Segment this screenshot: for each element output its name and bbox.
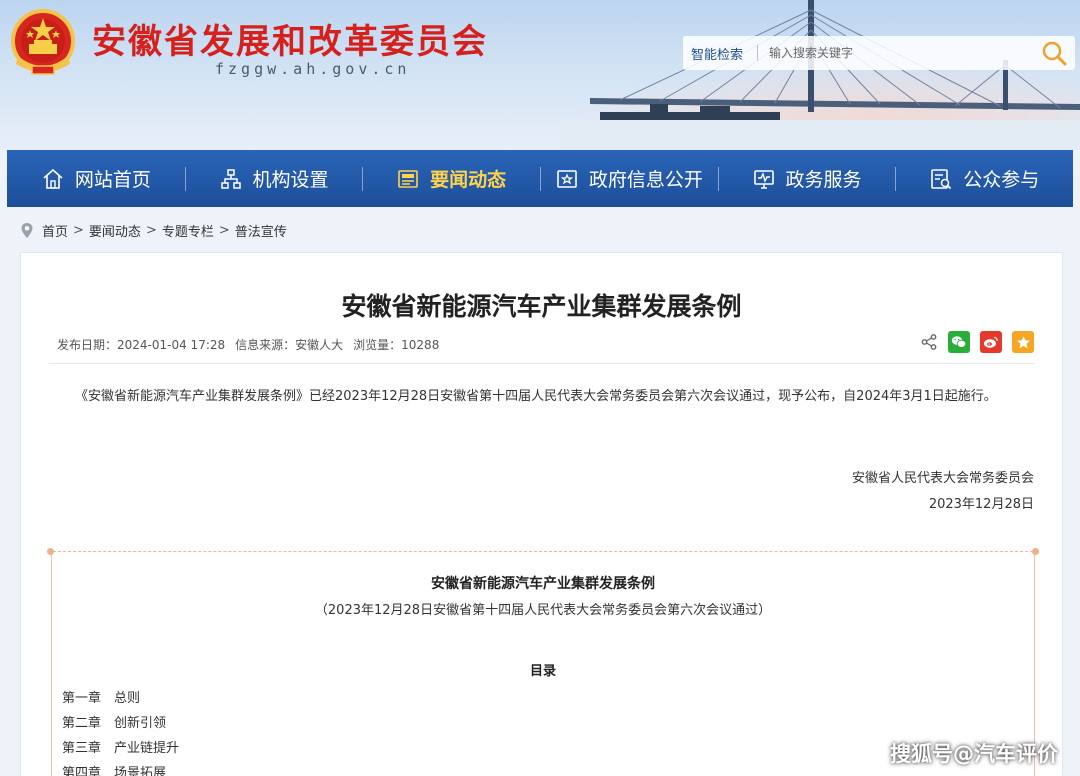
nav-label: 网站首页 bbox=[74, 169, 151, 191]
nav-label: 机构设置 bbox=[252, 169, 329, 191]
site-title: 安徽省发展和改革委员会 bbox=[92, 22, 488, 62]
header-banner: 安徽省发展和改革委员会 fzggw.ah.gov.cn 智能检索 bbox=[0, 0, 1080, 150]
toc-chapter-name: 创新引领 bbox=[114, 716, 167, 731]
nav-item-info-disclosure[interactable]: 政府信息公开 bbox=[540, 150, 718, 207]
search-input[interactable] bbox=[763, 42, 1023, 64]
search-bar: 智能检索 bbox=[683, 36, 1075, 70]
article-intro: 《安徽省新能源汽车产业集群发展条例》已经2023年12月28日安徽省第十四届人民… bbox=[75, 389, 997, 404]
wechat-share-button[interactable] bbox=[948, 331, 970, 353]
meta-divider bbox=[49, 363, 1034, 364]
article-card: 安徽省新能源汽车产业集群发展条例 发布日期：2024-01-04 17:28 信… bbox=[20, 252, 1063, 776]
smart-search-label[interactable]: 智能检索 bbox=[691, 44, 743, 63]
home-icon bbox=[43, 168, 63, 189]
toc-chapter: 第一章 bbox=[62, 691, 102, 706]
nav-item-news[interactable]: 要闻动态 bbox=[362, 150, 540, 207]
toc-heading: 目录 bbox=[529, 664, 556, 679]
toc-chapter: 第三章 bbox=[62, 741, 102, 756]
news-icon bbox=[398, 169, 418, 188]
favorite-icon bbox=[1016, 335, 1030, 348]
toc-item: 第二章 创新引领 bbox=[62, 711, 179, 736]
share-bar bbox=[920, 331, 1034, 353]
breadcrumb-separator: > bbox=[73, 222, 84, 238]
toc-item: 第四章 场景拓展 bbox=[62, 761, 179, 776]
wechat-icon bbox=[951, 336, 967, 348]
org-chart-icon bbox=[220, 168, 241, 189]
share-icon[interactable] bbox=[920, 333, 938, 351]
signature-date: 2023年12月28日 bbox=[928, 497, 1034, 512]
toc-item: 第三章 产业链提升 bbox=[62, 736, 179, 761]
frame-dot-left bbox=[47, 548, 54, 555]
breadcrumb-home[interactable]: 首页 bbox=[42, 221, 68, 240]
info-source: 信息来源：安徽人大 bbox=[235, 338, 344, 352]
signature-org: 安徽省人民代表大会常务委员会 bbox=[851, 471, 1034, 486]
participation-icon bbox=[931, 168, 952, 189]
breadcrumb-legal-education[interactable]: 普法宣传 bbox=[235, 221, 287, 240]
nav-item-services[interactable]: 政务服务 bbox=[717, 150, 896, 207]
toc-chapter-name: 总则 bbox=[114, 691, 141, 706]
document-frame: 安徽省新能源汽车产业集群发展条例 （2023年12月28日安徽省第十四届人民代表… bbox=[47, 548, 1039, 776]
toc-chapter-name: 场景拓展 bbox=[114, 766, 167, 776]
weibo-share-button[interactable] bbox=[980, 331, 1002, 353]
article-meta: 发布日期：2024-01-04 17:28 信息来源：安徽人大 浏览量：1028… bbox=[57, 336, 439, 353]
nav-item-home[interactable]: 网站首页 bbox=[7, 150, 185, 207]
service-monitor-icon bbox=[753, 169, 774, 189]
toc-chapter-name: 产业链提升 bbox=[114, 741, 180, 756]
table-of-contents: 第一章 总则 第二章 创新引领 第三章 产业链提升 第四章 场景拓展 bbox=[62, 686, 179, 776]
main-nav: 网站首页 机构设置 要闻动态 政府信息公开 政务服务 公众参与 bbox=[7, 150, 1073, 207]
breadcrumb: 首页 > 要闻动态 > 专题专栏 > 普法宣传 bbox=[20, 220, 287, 240]
toc-chapter: 第二章 bbox=[62, 716, 102, 731]
breadcrumb-separator: > bbox=[145, 222, 157, 238]
breadcrumb-news[interactable]: 要闻动态 bbox=[89, 221, 141, 240]
nav-label: 要闻动态 bbox=[430, 169, 507, 191]
breadcrumb-special-topics[interactable]: 专题专栏 bbox=[162, 221, 214, 240]
nav-item-participation[interactable]: 公众参与 bbox=[895, 150, 1073, 207]
nav-item-organization[interactable]: 机构设置 bbox=[184, 150, 363, 207]
toc-chapter: 第四章 bbox=[62, 766, 102, 776]
search-icon[interactable] bbox=[1039, 39, 1069, 67]
toc-item: 第一章 总则 bbox=[62, 686, 179, 711]
favorite-share-button[interactable] bbox=[1012, 331, 1034, 353]
document-title: 安徽省新能源汽车产业集群发展条例 bbox=[431, 576, 655, 592]
weibo-icon bbox=[984, 336, 998, 348]
frame-top-border bbox=[48, 551, 1038, 552]
nav-label: 政务服务 bbox=[785, 169, 862, 191]
frame-dot-right bbox=[1032, 548, 1039, 555]
location-pin-icon bbox=[21, 222, 33, 238]
nav-label: 公众参与 bbox=[963, 169, 1040, 191]
national-emblem-icon bbox=[11, 9, 75, 75]
document-subtitle: （2023年12月28日安徽省第十四届人民代表大会常务委员会第六次会议通过） bbox=[314, 603, 772, 618]
article-title: 安徽省新能源汽车产业集群发展条例 bbox=[341, 292, 742, 321]
search-divider bbox=[757, 45, 758, 61]
sohu-watermark: 搜狐号@汽车评价 bbox=[890, 742, 1058, 766]
site-domain: fzggw.ah.gov.cn bbox=[215, 60, 411, 78]
view-count: 浏览量：10288 bbox=[353, 338, 440, 352]
nav-label: 政府信息公开 bbox=[588, 169, 703, 191]
publish-date: 发布日期：2024-01-04 17:28 bbox=[57, 338, 226, 352]
info-disclosure-icon bbox=[557, 169, 577, 188]
bridge-illustration bbox=[560, 0, 1080, 150]
breadcrumb-separator: > bbox=[218, 222, 230, 238]
